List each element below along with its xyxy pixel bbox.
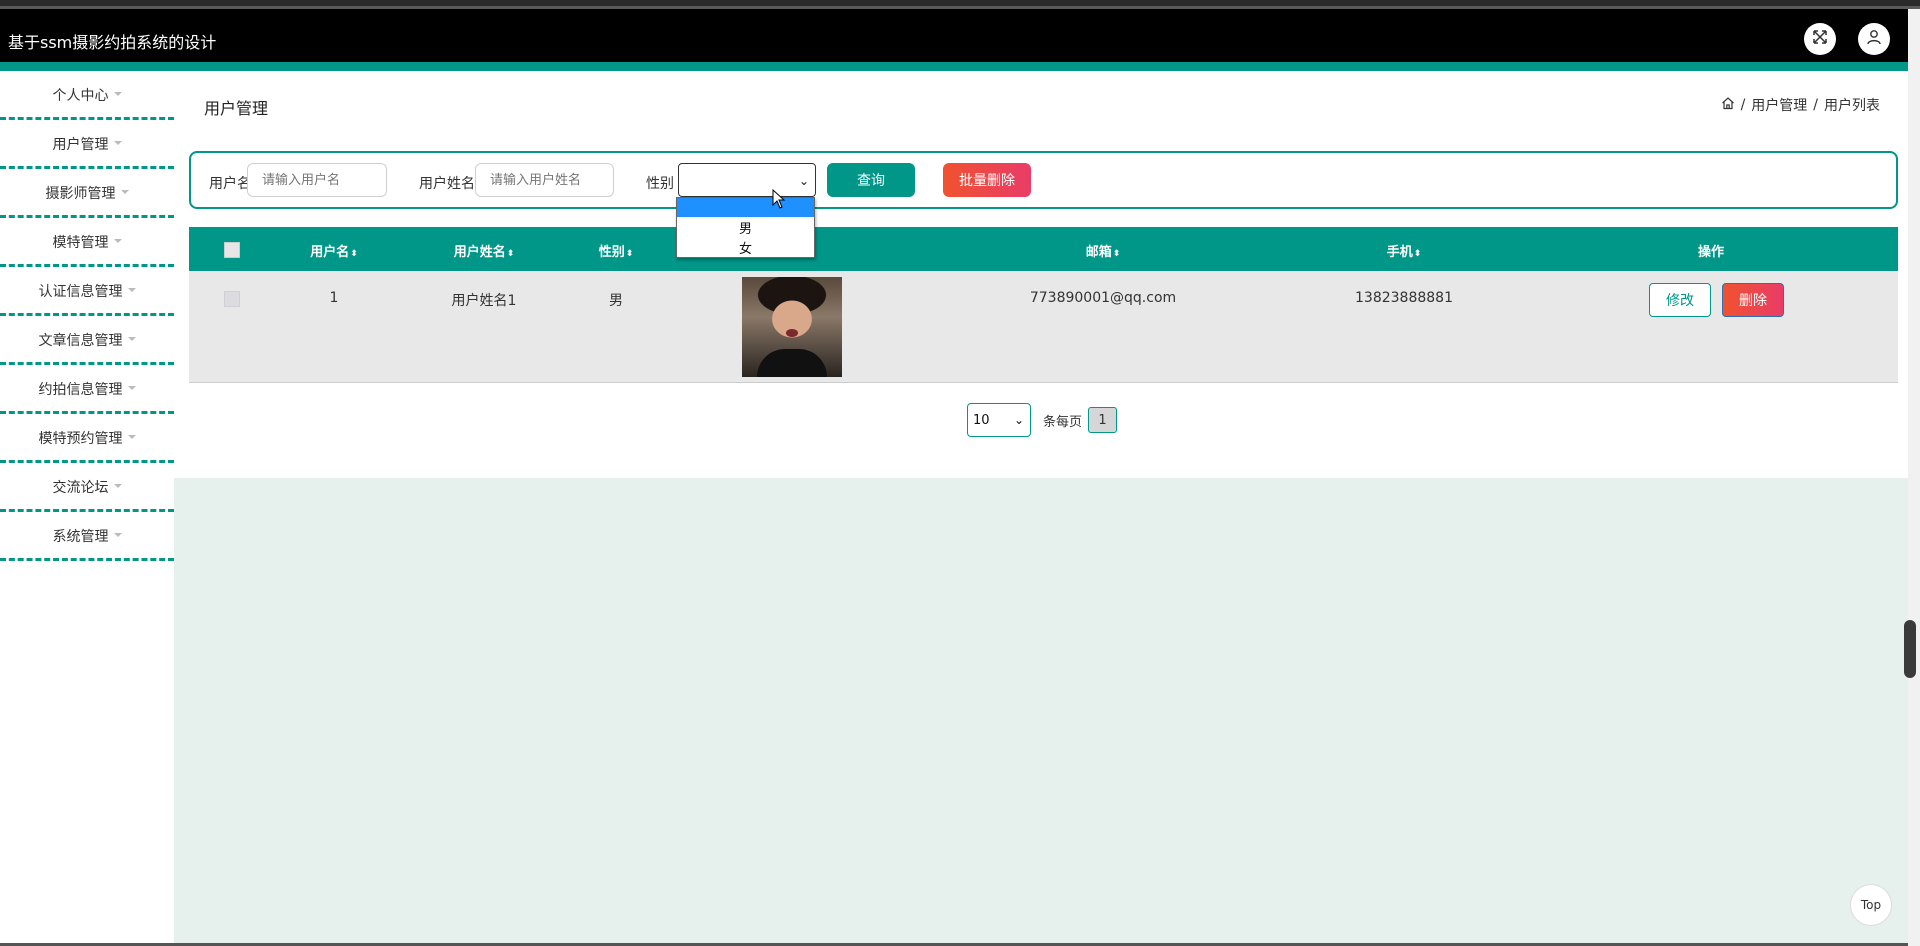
- select-all-checkbox[interactable]: [224, 242, 240, 258]
- column-header-actions: 操作: [1697, 245, 1725, 260]
- mouse-cursor-icon: [772, 188, 786, 213]
- sidebar-item-label: 用户管理: [52, 137, 109, 153]
- sidebar: 个人中心 用户管理 摄影师管理 模特管理 认证信息管理 文章信息管理 约拍信息管…: [0, 71, 174, 946]
- gender-option-empty[interactable]: [677, 198, 814, 217]
- sidebar-item-forum[interactable]: 交流论坛: [0, 463, 174, 512]
- cell-email: 773890001@qq.com: [1029, 290, 1177, 306]
- table-header: 用户名⬍ 用户姓名⬍ 性别⬍ 邮箱⬍ 手机⬍ 操作: [189, 227, 1898, 271]
- user-table: 用户名⬍ 用户姓名⬍ 性别⬍ 邮箱⬍ 手机⬍ 操作 1 用户姓名1 男 7738…: [189, 227, 1898, 383]
- breadcrumb-user-list: 用户列表: [1824, 98, 1880, 114]
- page-size-select[interactable]: 10 ⌄: [967, 403, 1031, 437]
- page-number-button[interactable]: 1: [1088, 407, 1118, 433]
- caret-down-icon: [127, 337, 136, 341]
- user-photo: [742, 277, 842, 377]
- sort-icon: ⬍: [350, 249, 358, 259]
- caret-down-icon: [113, 533, 122, 537]
- per-page-label: 条每页: [1043, 414, 1083, 430]
- username-label: 用户名: [209, 176, 251, 192]
- column-header-username[interactable]: 用户名⬍: [310, 241, 358, 260]
- query-button[interactable]: 查询: [827, 163, 915, 197]
- scrollbar-thumb[interactable]: [1904, 620, 1916, 678]
- sidebar-item-photographer-management[interactable]: 摄影师管理: [0, 169, 174, 218]
- cell-realname: 用户姓名1: [451, 293, 517, 309]
- chevron-down-icon: ⌄: [798, 174, 809, 188]
- caret-down-icon: [113, 141, 122, 145]
- gender-label: 性别: [646, 176, 674, 192]
- pagination: 10 ⌄ 条每页 1: [967, 403, 1118, 437]
- sidebar-item-label: 模特管理: [52, 235, 109, 251]
- search-form: 用户名 用户姓名 性别 ⌄ 查询 批量删除: [189, 151, 1898, 209]
- sidebar-item-label: 认证信息管理: [38, 284, 123, 300]
- sidebar-item-label: 个人中心: [52, 88, 109, 104]
- sidebar-item-label: 模特预约管理: [38, 431, 123, 447]
- row-checkbox[interactable]: [224, 291, 240, 307]
- gender-dropdown-list: 男 女: [676, 197, 815, 258]
- batch-delete-button[interactable]: 批量删除: [943, 163, 1031, 197]
- caret-down-icon: [113, 484, 122, 488]
- sidebar-item-shoot-info-management[interactable]: 约拍信息管理: [0, 365, 174, 414]
- breadcrumb-user-management[interactable]: 用户管理: [1751, 95, 1807, 115]
- caret-down-icon: [113, 239, 122, 243]
- delete-button[interactable]: 删除: [1722, 283, 1784, 317]
- cell-gender: 男: [609, 293, 623, 309]
- sidebar-item-label: 交流论坛: [52, 480, 109, 496]
- sidebar-item-label: 约拍信息管理: [38, 382, 123, 398]
- main-panel: 用户管理 / 用户管理 / 用户列表 用户名 用户姓名 性别 ⌄ 查询 批量删除…: [174, 71, 1908, 478]
- sidebar-item-label: 摄影师管理: [45, 186, 116, 202]
- page-size-value: 10: [973, 413, 990, 428]
- gender-select[interactable]: ⌄: [678, 163, 816, 197]
- caret-down-icon: [120, 190, 129, 194]
- fullscreen-button[interactable]: [1804, 23, 1836, 55]
- edit-button[interactable]: 修改: [1649, 283, 1711, 317]
- user-icon: [1866, 29, 1882, 49]
- caret-down-icon: [113, 92, 122, 96]
- sidebar-item-model-booking-management[interactable]: 模特预约管理: [0, 414, 174, 463]
- caret-down-icon: [127, 288, 136, 292]
- caret-down-icon: [127, 435, 136, 439]
- sidebar-item-label: 文章信息管理: [38, 333, 123, 349]
- app-header: 基于ssm摄影约拍系统的设计: [0, 9, 1908, 62]
- column-header-phone[interactable]: 手机⬍: [1387, 241, 1422, 260]
- gender-option-male[interactable]: 男: [677, 217, 814, 237]
- sort-icon: ⬍: [1112, 249, 1121, 259]
- breadcrumb: / 用户管理 / 用户列表: [1721, 95, 1880, 115]
- cell-phone: 13823888881: [1355, 290, 1453, 306]
- page-title: 用户管理: [204, 99, 269, 118]
- sidebar-item-user-management[interactable]: 用户管理: [0, 120, 174, 169]
- header-accent-bar: [0, 62, 1908, 71]
- app-title: 基于ssm摄影约拍系统的设计: [8, 33, 217, 52]
- column-header-realname[interactable]: 用户姓名⬍: [454, 241, 515, 260]
- browser-top-strip: [0, 0, 1920, 9]
- sidebar-item-article-management[interactable]: 文章信息管理: [0, 316, 174, 365]
- chevron-down-icon: ⌄: [1013, 413, 1024, 427]
- breadcrumb-separator: /: [1740, 97, 1746, 113]
- home-icon[interactable]: [1721, 96, 1735, 114]
- sidebar-item-personal-center[interactable]: 个人中心: [0, 71, 174, 120]
- sidebar-item-system-management[interactable]: 系统管理: [0, 512, 174, 561]
- page-scrollbar[interactable]: [1908, 9, 1920, 946]
- sidebar-item-label: 系统管理: [52, 529, 109, 545]
- username-search-input[interactable]: [247, 163, 387, 197]
- sidebar-item-certification-management[interactable]: 认证信息管理: [0, 267, 174, 316]
- breadcrumb-separator: /: [1813, 97, 1818, 113]
- gender-option-female[interactable]: 女: [677, 237, 814, 257]
- column-header-email[interactable]: 邮箱⬍: [1086, 241, 1121, 260]
- user-button[interactable]: [1858, 23, 1890, 55]
- realname-search-input[interactable]: [475, 163, 614, 197]
- table-row: 1 用户姓名1 男 773890001@qq.com 13823888881 修…: [189, 271, 1898, 383]
- caret-down-icon: [127, 386, 136, 390]
- realname-label: 用户姓名: [419, 176, 475, 192]
- cell-username: 1: [329, 290, 339, 306]
- sort-icon: ⬍: [506, 249, 515, 259]
- sort-icon: ⬍: [625, 249, 634, 259]
- fullscreen-icon: [1812, 29, 1828, 49]
- sidebar-item-model-management[interactable]: 模特管理: [0, 218, 174, 267]
- column-header-gender[interactable]: 性别⬍: [599, 241, 634, 260]
- sort-icon: ⬍: [1413, 249, 1422, 259]
- back-to-top-button[interactable]: Top: [1850, 884, 1892, 926]
